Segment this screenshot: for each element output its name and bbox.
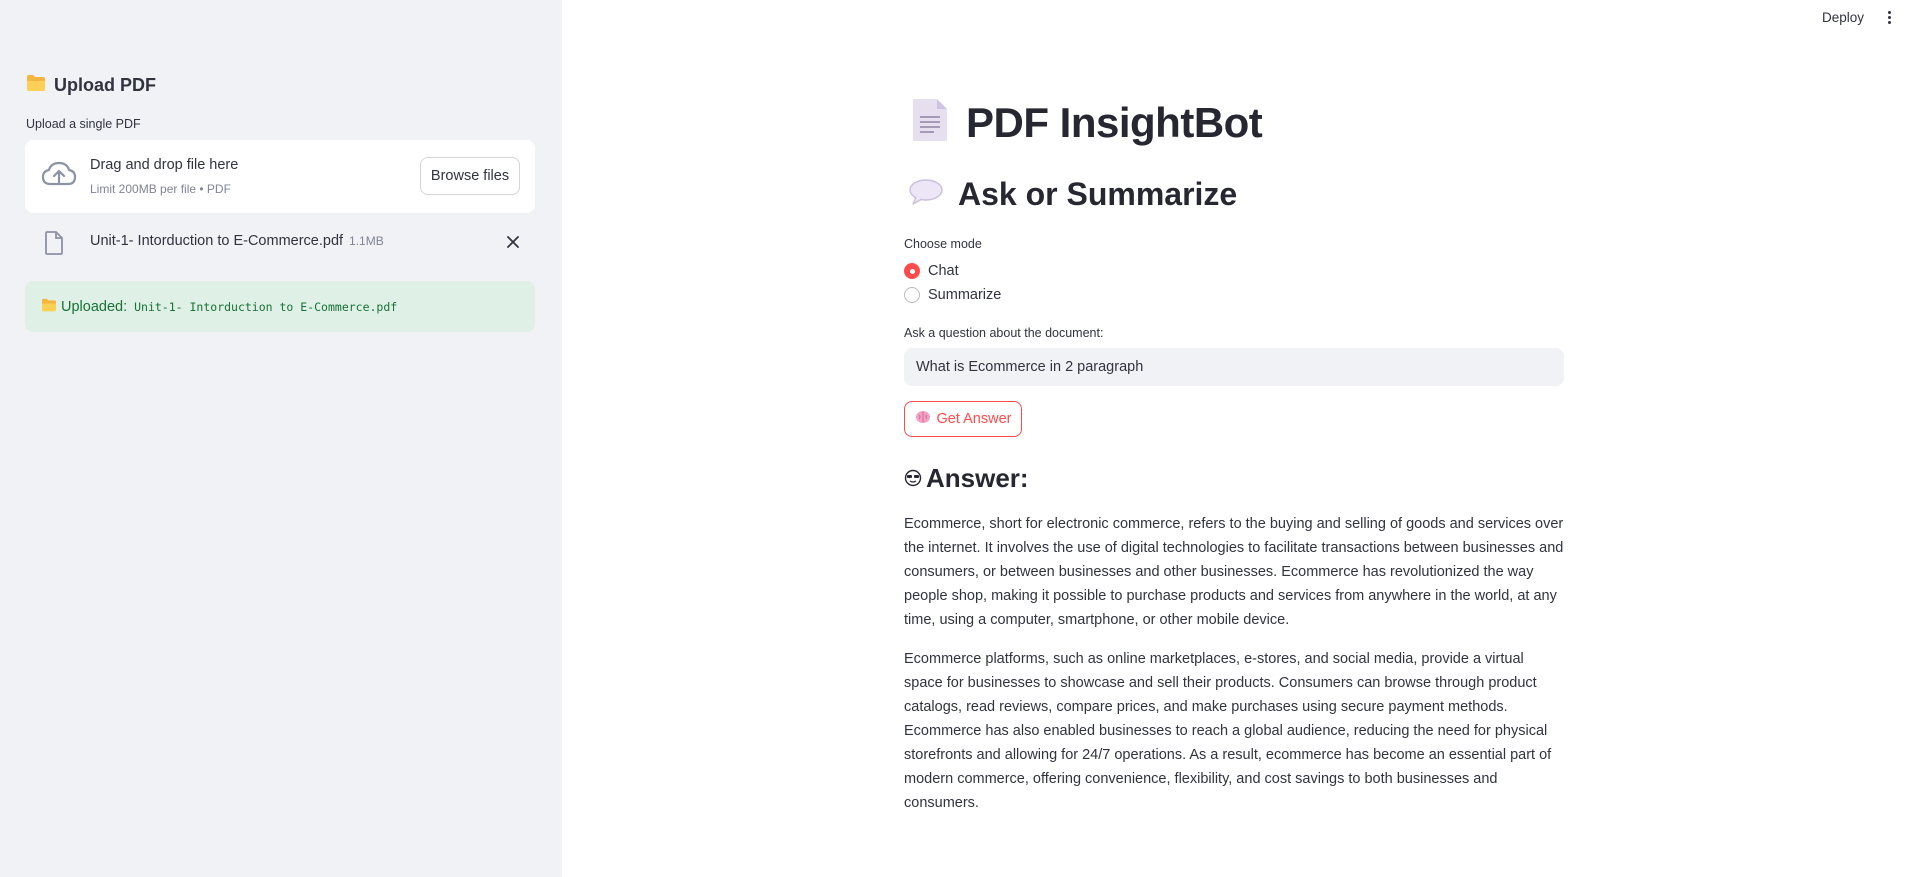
success-prefix: Uploaded: — [61, 298, 128, 315]
uploaded-file-row: Unit-1- Intorduction to E-Commerce.pdf 1.… — [25, 222, 535, 264]
answer-heading-text: Answer: — [926, 463, 1029, 493]
upload-label: Upload a single PDF — [26, 117, 141, 131]
radio-summarize[interactable]: Summarize — [904, 287, 1001, 303]
radio-summarize-label: Summarize — [928, 287, 1002, 303]
section-subtitle: Ask or Summarize — [958, 176, 1238, 212]
question-label: Ask a question about the document: — [904, 326, 1104, 340]
deploy-button[interactable]: Deploy — [1818, 8, 1868, 27]
cloud-upload-icon — [41, 160, 77, 195]
radio-chat-label: Chat — [928, 263, 959, 279]
sunglasses-icon — [904, 463, 922, 494]
file-name-group: Unit-1- Intorduction to E-Commerce.pdf 1.… — [90, 233, 384, 249]
browse-files-button[interactable]: Browse files — [420, 157, 520, 195]
get-answer-label: Get Answer — [936, 411, 1012, 427]
answer-paragraph: Ecommerce platforms, such as online mark… — [904, 651, 1552, 811]
subtitle-row: Ask or Summarize — [908, 176, 1237, 213]
radio-chat[interactable]: Chat — [904, 263, 959, 279]
page-title: PDF InsightBot — [966, 98, 1263, 146]
dropzone-title: Drag and drop file here — [90, 157, 239, 173]
success-filename: Unit-1- Intorduction to E-Commerce.pdf — [134, 299, 398, 314]
radio-summarize-indicator[interactable] — [904, 287, 920, 303]
document-icon — [912, 98, 948, 147]
title-row: PDF InsightBot — [912, 98, 1263, 147]
folder-icon — [26, 74, 46, 97]
file-name: Unit-1- Intorduction to E-Commerce.pdf — [90, 233, 344, 249]
app-root: Upload PDF Upload a single PDF Drag and … — [0, 0, 1906, 877]
dropzone-subtitle: Limit 200MB per file • PDF — [90, 182, 231, 196]
get-answer-button[interactable]: Get Answer — [904, 401, 1022, 437]
upload-success-alert: Uploaded: Unit-1- Intorduction to E-Comm… — [25, 281, 535, 332]
question-input[interactable] — [904, 348, 1564, 386]
file-icon — [45, 231, 63, 260]
radio-chat-indicator[interactable] — [904, 263, 920, 279]
sidebar-header-text: Upload PDF — [54, 75, 156, 95]
mode-label: Choose mode — [904, 237, 982, 251]
file-size: 1.1MB — [349, 234, 384, 248]
folder-icon — [41, 298, 57, 316]
answer-paragraph: Ecommerce, short for electronic commerce… — [904, 516, 1564, 628]
answer-heading: Answer: — [904, 463, 1029, 494]
file-dropzone[interactable]: Drag and drop file here Limit 200MB per … — [25, 140, 535, 213]
answer-body: Ecommerce, short for electronic commerce… — [904, 512, 1564, 830]
speech-bubble-icon — [908, 178, 944, 211]
more-vert-icon[interactable] — [1882, 8, 1896, 26]
close-icon[interactable] — [501, 230, 525, 254]
sidebar-header: Upload PDF — [26, 74, 156, 97]
brain-icon — [915, 410, 931, 428]
sidebar: Upload PDF Upload a single PDF Drag and … — [0, 0, 562, 877]
